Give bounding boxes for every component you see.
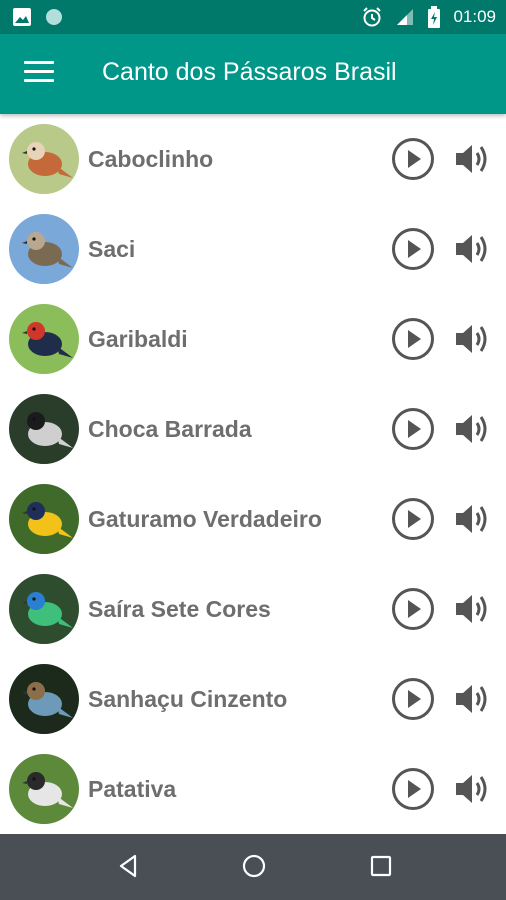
bird-name: Saci [88,235,136,262]
status-time: 01:09 [453,7,496,26]
bird-avatar [9,754,79,824]
home-icon[interactable] [240,852,268,880]
list-item[interactable]: Saci [0,204,506,294]
play-circle-icon[interactable] [390,406,436,452]
bird-name: Choca Barrada [88,415,252,442]
volume-icon[interactable] [452,588,494,630]
list-item[interactable]: Garibaldi [0,294,506,384]
bird-avatar [9,304,79,374]
bird-avatar [9,664,79,734]
signal-icon [397,9,414,25]
volume-icon[interactable] [452,498,494,540]
volume-icon[interactable] [452,768,494,810]
bird-name: Saíra Sete Cores [88,595,271,622]
play-circle-icon[interactable] [390,766,436,812]
bird-avatar [9,484,79,554]
app-bar: Canto dos Pássaros Brasil [0,34,506,114]
play-circle-icon[interactable] [390,496,436,542]
play-circle-icon[interactable] [390,316,436,362]
recents-icon[interactable] [367,852,395,880]
bird-name: Garibaldi [88,325,188,352]
list-item[interactable]: Caboclinho [0,114,506,204]
bird-avatar [9,394,79,464]
list-item[interactable]: Saíra Sete Cores [0,564,506,654]
status-bar: 01:09 [0,0,506,34]
bird-name: Patativa [88,775,177,802]
list-item[interactable]: Sanhaçu Cinzento [0,654,506,744]
navigation-bar [0,834,506,900]
circle-icon [46,9,62,25]
alarm-icon [363,7,382,27]
volume-icon[interactable] [452,318,494,360]
bird-name: Caboclinho [88,145,214,172]
battery-icon [428,6,441,28]
bird-list: Caboclinho Saci Garibaldi Choca Barrada Gatu… [0,114,506,834]
play-circle-icon[interactable] [390,136,436,182]
volume-icon[interactable] [452,228,494,270]
play-circle-icon[interactable] [390,676,436,722]
volume-icon[interactable] [452,138,494,180]
bird-avatar [9,124,79,194]
play-circle-icon[interactable] [390,586,436,632]
volume-icon[interactable] [452,408,494,450]
bird-avatar [9,574,79,644]
volume-icon[interactable] [452,678,494,720]
back-icon[interactable] [114,852,142,880]
bird-name: Gaturamo Verdadeiro [88,505,322,532]
bird-name: Sanhaçu Cinzento [88,685,288,712]
app-title: Canto dos Pássaros Brasil [102,58,397,86]
list-item[interactable]: Choca Barrada [0,384,506,474]
list-item[interactable]: Patativa [0,744,506,834]
hamburger-menu-icon[interactable] [24,61,54,87]
image-icon [13,8,31,26]
bird-avatar [9,214,79,284]
list-item[interactable]: Gaturamo Verdadeiro [0,474,506,564]
play-circle-icon[interactable] [390,226,436,272]
